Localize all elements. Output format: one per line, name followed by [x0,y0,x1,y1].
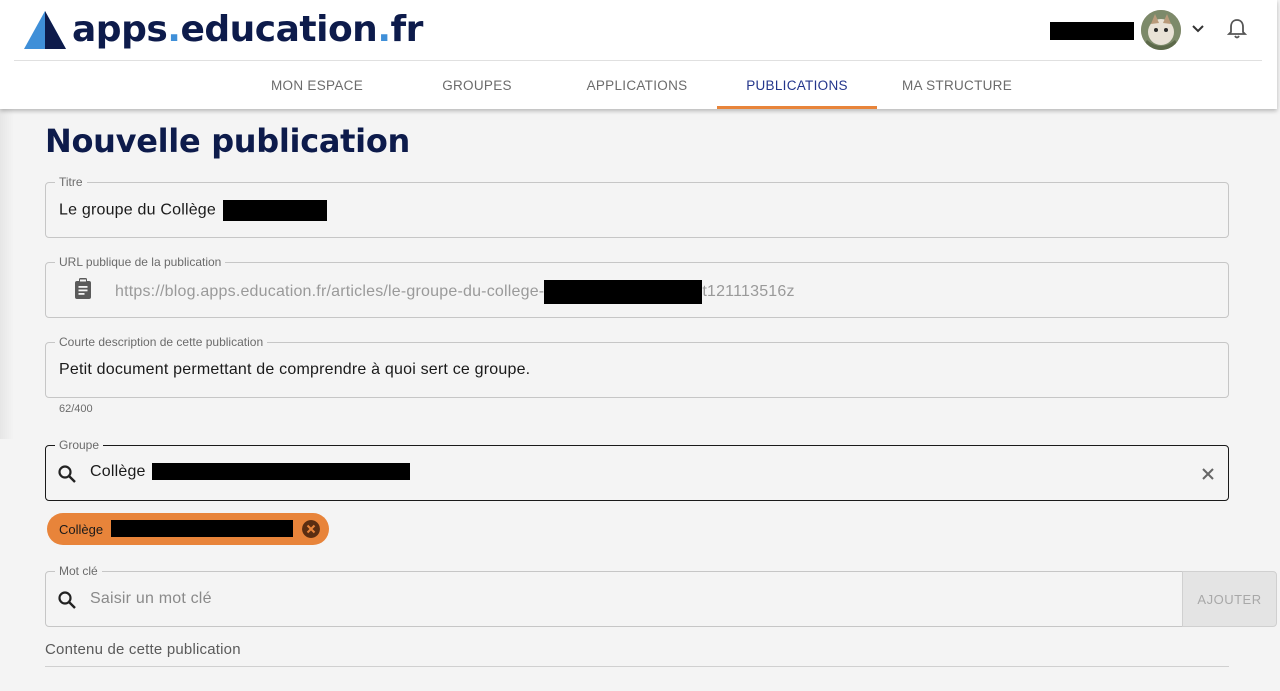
redacted-block [110,520,293,537]
nav-publications[interactable]: PUBLICATIONS [717,61,877,109]
url-field-value: https://blog.apps.education.fr/articles/… [115,280,795,304]
title-field-value[interactable]: Le groupe du Collège [59,200,327,221]
chip-remove-icon[interactable] [302,520,320,538]
keyword-field[interactable]: Mot clé Saisir un mot clé [45,564,1183,627]
nav-applications[interactable]: APPLICATIONS [557,61,717,109]
apps-education-logo[interactable]: apps.education.fr [24,10,423,50]
url-field-label: URL publique de la publication [55,255,226,269]
logo-triangle-icon [24,11,66,49]
group-field-value[interactable]: Collège [90,462,411,482]
clipboard-icon[interactable] [74,278,92,300]
description-field-label: Courte description de cette publication [55,335,268,349]
group-field[interactable]: Groupe Collège [45,438,1229,501]
close-icon[interactable] [1201,467,1215,481]
logo-text: apps.education.fr [72,9,423,50]
title-field[interactable]: Titre Le groupe du Collège [45,175,1229,238]
redacted-block [544,280,703,304]
content-section-label: Contenu de cette publication [45,641,241,658]
avatar[interactable] [1141,10,1181,50]
url-field: URL publique de la publication https://b… [45,255,1229,318]
bell-icon[interactable] [1227,18,1247,40]
add-keyword-button[interactable]: AJOUTER [1182,571,1277,627]
description-field[interactable]: Courte description de cette publication … [45,335,1229,398]
search-icon [58,591,76,609]
keyword-field-label: Mot clé [55,564,102,578]
group-field-label: Groupe [55,438,104,452]
top-header: apps.education.fr MON ESPACE GROUPES APP… [0,0,1277,109]
chevron-down-icon[interactable] [1191,22,1205,36]
search-icon [58,465,76,483]
chip-label: Collège [59,520,293,537]
nav-groupes[interactable]: GROUPES [397,61,557,109]
description-field-value[interactable]: Petit document permettant de comprendre … [59,360,530,380]
editor-top-border [45,666,1229,667]
selected-group-chip[interactable]: Collège [47,513,329,545]
title-field-label: Titre [55,175,87,189]
keyword-input[interactable]: Saisir un mot clé [90,589,212,609]
nav-ma-structure[interactable]: MA STRUCTURE [877,61,1037,109]
redacted-block [152,463,411,481]
description-counter: 62/400 [59,403,93,415]
main-nav: MON ESPACE GROUPES APPLICATIONS PUBLICAT… [237,61,1037,109]
page-title: Nouvelle publication [45,122,411,160]
nav-mon-espace[interactable]: MON ESPACE [237,61,397,109]
redacted-block [222,200,327,221]
left-edge-shadow [0,109,14,439]
username-redacted[interactable] [1050,22,1134,40]
